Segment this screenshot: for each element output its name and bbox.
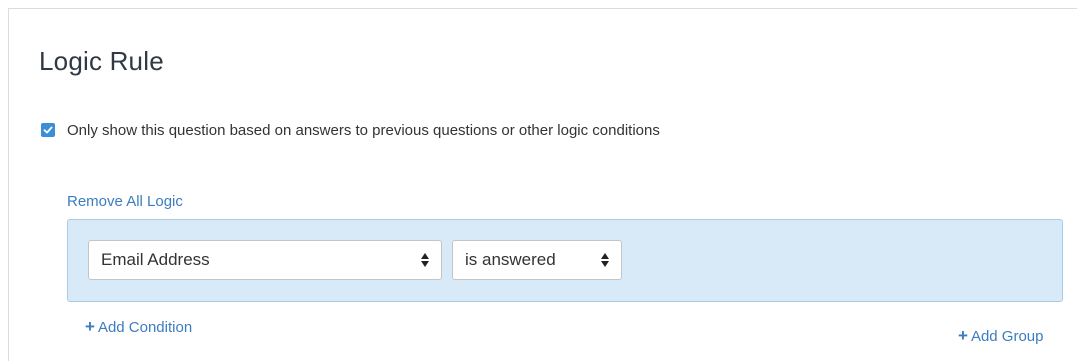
logic-group: Email Address is answered (67, 219, 1063, 302)
question-select-value: Email Address (101, 250, 210, 269)
up-down-arrows-icon (421, 253, 429, 267)
show-logic-checkbox-row[interactable]: Only show this question based on answers… (41, 120, 660, 140)
plus-icon: + (85, 317, 95, 336)
operator-select[interactable]: is answered (452, 240, 622, 280)
up-down-arrows-icon (601, 253, 609, 267)
remove-all-logic-link[interactable]: Remove All Logic (67, 193, 183, 210)
add-group-label: Add Group (970, 327, 1044, 345)
logic-rule-panel: Logic Rule Only show this question based… (8, 8, 1077, 361)
page-title: Logic Rule (39, 46, 164, 76)
add-condition-button[interactable]: + Add Condition (85, 317, 192, 337)
checkmark-icon (43, 126, 53, 134)
show-logic-checkbox[interactable] (41, 123, 55, 137)
plus-icon: + (958, 326, 968, 345)
operator-select-value: is answered (465, 250, 556, 269)
add-condition-label: Add Condition (97, 318, 193, 336)
question-select[interactable]: Email Address (88, 240, 442, 280)
show-logic-label[interactable]: Only show this question based on answers… (67, 122, 660, 139)
add-group-button[interactable]: + Add Group (958, 326, 1043, 346)
